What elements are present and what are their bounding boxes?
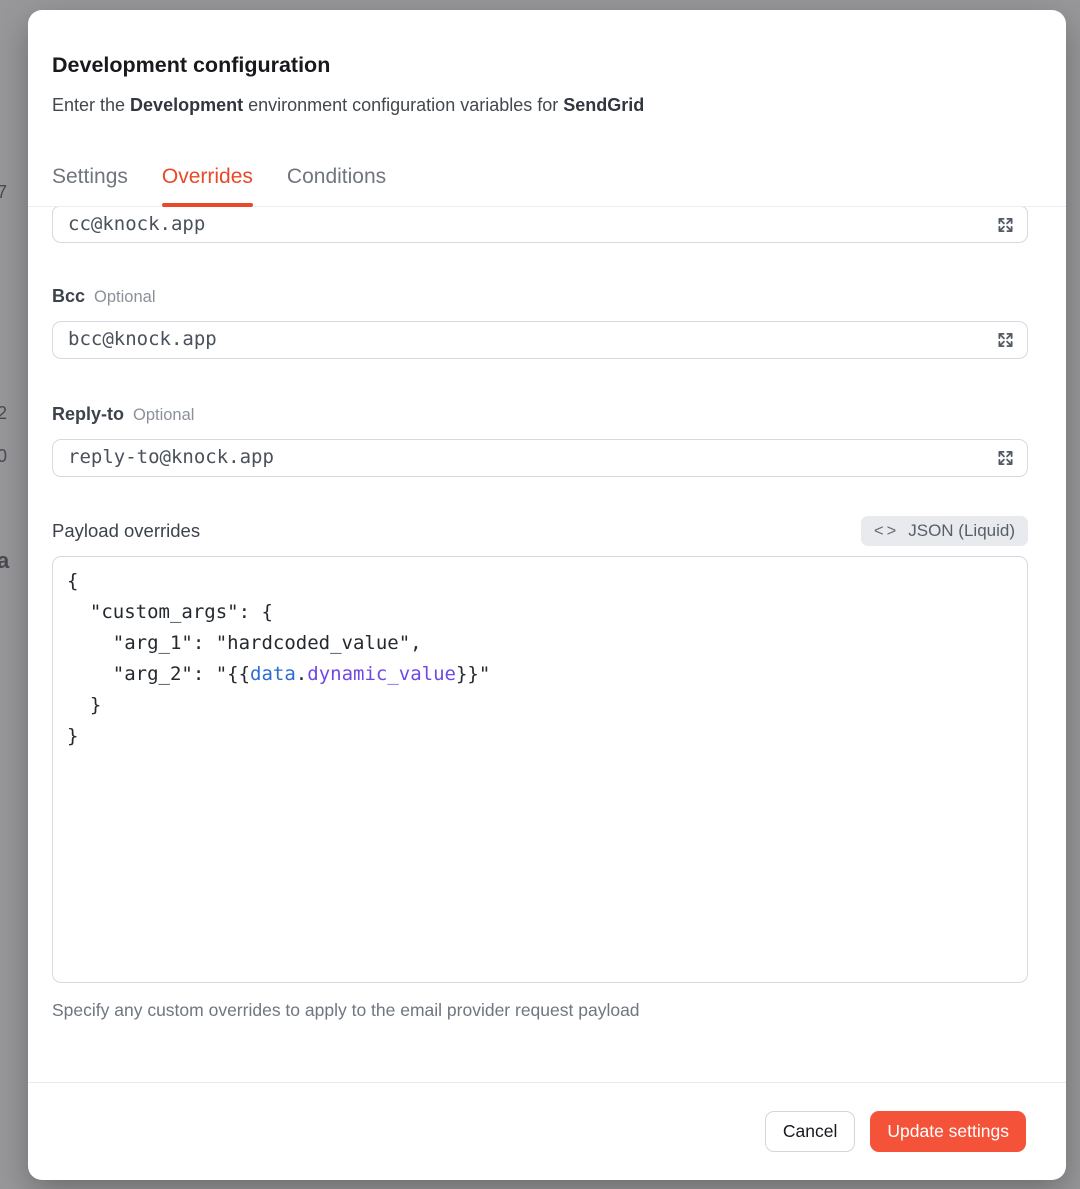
expand-cc-button[interactable] (994, 213, 1017, 236)
payload-helper-text: Specify any custom overrides to apply to… (52, 999, 1028, 1021)
dialog-title: Development configuration (52, 50, 1042, 80)
reply-to-label-row: Reply-to Optional (52, 403, 1028, 425)
tab-overrides[interactable]: Overrides (162, 164, 253, 206)
format-badge: <> JSON (Liquid) (861, 516, 1028, 546)
dialog-tabs: Settings Overrides Conditions (52, 164, 1042, 206)
tab-conditions[interactable]: Conditions (287, 164, 386, 206)
backdrop-text-fragment: a (0, 552, 9, 570)
bcc-optional-hint: Optional (94, 288, 155, 307)
payload-overrides-editor[interactable]: { "custom_args": { "arg_1": "hardcoded_v… (52, 556, 1028, 983)
payload-overrides-header: Payload overrides <> JSON (Liquid) (52, 515, 1028, 547)
code-line: "custom_args": { (67, 597, 1013, 628)
backdrop-text-fragment: 7 (0, 183, 7, 201)
cc-field-row (52, 207, 1028, 243)
dialog-subtitle: Enter the Development environment config… (52, 93, 1042, 117)
subtitle-text: environment configuration variables for (243, 95, 563, 115)
cc-input[interactable] (52, 207, 1028, 243)
expand-bcc-button[interactable] (994, 329, 1017, 352)
code-line: } (67, 721, 1013, 752)
expand-icon (996, 331, 1015, 350)
expand-icon (996, 449, 1015, 468)
code-brackets-icon: <> (874, 522, 899, 541)
reply-to-input[interactable] (52, 439, 1028, 477)
liquid-object-token: data (250, 663, 296, 685)
liquid-property-token: dynamic_value (307, 663, 456, 685)
code-line: "arg_1": "hardcoded_value", (67, 628, 1013, 659)
code-text: }}" (456, 663, 490, 685)
subtitle-environment: Development (130, 95, 243, 115)
backdrop-text-fragment: 2 (0, 404, 7, 422)
dialog-content: Bcc Optional Reply-to Optional (28, 207, 1066, 1082)
code-line: "arg_2": "{{data.dynamic_value}}" (67, 659, 1013, 690)
bcc-label-row: Bcc Optional (52, 285, 1028, 307)
backdrop-text-fragment: i (0, 228, 1, 246)
reply-to-optional-hint: Optional (133, 406, 194, 425)
bcc-input[interactable] (52, 321, 1028, 359)
format-badge-label: JSON (Liquid) (908, 521, 1015, 541)
code-line: } (67, 690, 1013, 721)
dialog-footer: Cancel Update settings (28, 1082, 1066, 1180)
backdrop-text-fragment: i (0, 301, 1, 319)
tab-label: Overrides (162, 165, 253, 188)
code-line: { (67, 566, 1013, 597)
expand-reply-to-button[interactable] (994, 447, 1017, 470)
code-text: . (296, 663, 307, 685)
payload-overrides-label: Payload overrides (52, 520, 200, 542)
cancel-button[interactable]: Cancel (765, 1111, 855, 1152)
bcc-field-row (52, 321, 1028, 359)
development-configuration-dialog: Development configuration Enter the Deve… (28, 10, 1066, 1180)
reply-to-label: Reply-to (52, 403, 124, 425)
bcc-label: Bcc (52, 285, 85, 307)
reply-to-field-row (52, 439, 1028, 477)
update-settings-button[interactable]: Update settings (870, 1111, 1026, 1152)
subtitle-text: Enter the (52, 95, 130, 115)
dialog-header: Development configuration Enter the Deve… (28, 10, 1066, 207)
code-text: "arg_2": "{{ (67, 663, 250, 685)
backdrop-text-fragment: i (0, 276, 1, 294)
subtitle-provider: SendGrid (563, 95, 644, 115)
tab-settings[interactable]: Settings (52, 164, 128, 206)
backdrop-text-fragment: 0 (0, 447, 7, 465)
expand-icon (996, 215, 1015, 234)
